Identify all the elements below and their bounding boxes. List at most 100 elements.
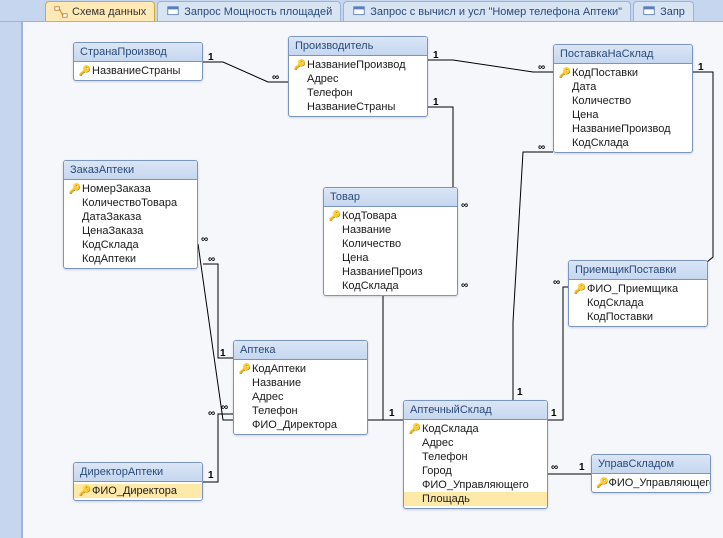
field-name: ДатаЗаказа [82, 211, 141, 223]
entity-title[interactable]: УправСкладом [592, 455, 710, 474]
field-row[interactable]: КоличествоТовара [64, 196, 197, 210]
field-row[interactable]: Адрес [289, 72, 427, 86]
entity-direktor[interactable]: ДиректорАптеки 🔑ФИО_Директора [73, 462, 203, 501]
entity-title[interactable]: Аптека [234, 341, 367, 360]
field-row[interactable]: КодСклада [64, 238, 197, 252]
field-name: КодПоставки [587, 311, 653, 323]
field-row[interactable]: Название [234, 376, 367, 390]
field-name: КодТовара [342, 210, 397, 222]
cardinality-many: ∞ [551, 462, 558, 473]
field-row[interactable]: 🔑НазваниеПроизвод [289, 58, 427, 72]
cardinality-one: 1 [517, 387, 523, 398]
cardinality-many: ∞ [201, 234, 208, 245]
entity-title[interactable]: ДиректорАптеки [74, 463, 202, 482]
left-gutter [0, 22, 22, 538]
entity-field-list: 🔑НазваниеПроизводАдресТелефонНазваниеСтр… [289, 56, 427, 116]
entity-zakaz[interactable]: ЗаказАптеки 🔑НомерЗаказаКоличествоТовараД… [63, 160, 198, 269]
cardinality-many: ∞ [538, 62, 545, 73]
field-row[interactable]: КодСклада [569, 296, 707, 310]
field-row[interactable]: Дата [554, 80, 692, 94]
field-row[interactable]: ДатаЗаказа [64, 210, 197, 224]
field-row[interactable]: 🔑КодАптеки [234, 362, 367, 376]
field-row[interactable]: Цена [324, 251, 457, 265]
entity-title[interactable]: ЗаказАптеки [64, 161, 197, 180]
field-row[interactable]: КодАптеки [64, 252, 197, 266]
field-name: Цена [572, 109, 598, 121]
cardinality-one: 1 [433, 97, 439, 108]
field-name: Площадь [422, 493, 470, 505]
field-row[interactable]: Количество [324, 237, 457, 251]
tab-query-3[interactable]: Запр [633, 1, 694, 21]
cardinality-one: 1 [208, 470, 214, 481]
entity-title[interactable]: ПоставкаНаСклад [554, 45, 692, 64]
field-row[interactable]: ФИО_Управляющего [404, 478, 547, 492]
field-row[interactable]: НазваниеПроизвод [554, 122, 692, 136]
entity-title[interactable]: Товар [324, 188, 457, 207]
field-row[interactable]: 🔑КодТовара [324, 209, 457, 223]
field-name: ФИО_Управляющего [422, 479, 529, 491]
cardinality-many: ∞ [221, 402, 228, 413]
field-row[interactable]: КодСклада [324, 279, 457, 293]
field-name: Город [422, 465, 452, 477]
field-name: Количество [572, 95, 631, 107]
field-row[interactable]: Цена [554, 108, 692, 122]
field-row[interactable]: Город [404, 464, 547, 478]
field-name: Адрес [422, 437, 454, 449]
tab-label: Запрос с вычисл и усл "Номер телефона Ап… [370, 6, 622, 18]
primary-key-icon: 🔑 [78, 65, 92, 77]
field-name: Адрес [252, 391, 284, 403]
entity-title[interactable]: АптечныйСклад [404, 401, 547, 420]
field-name: Телефон [307, 87, 353, 99]
field-name: Название [342, 224, 391, 236]
entity-title[interactable]: ПриемщикПоставки [569, 261, 707, 280]
field-row[interactable]: 🔑КодПоставки [554, 66, 692, 80]
entity-title[interactable]: Производитель [289, 37, 427, 56]
entity-priemshik[interactable]: ПриемщикПоставки 🔑ФИО_ПриемщикаКодСклада К… [568, 260, 708, 327]
field-row[interactable]: Площадь [404, 492, 547, 506]
cardinality-many: ∞ [272, 72, 279, 83]
field-row[interactable]: КодПоставки [569, 310, 707, 324]
field-name: НазваниеСтраны [92, 65, 180, 77]
field-name: ФИО_Директора [252, 419, 337, 431]
field-row[interactable]: 🔑ФИО_Приемщика [569, 282, 707, 296]
entity-strana[interactable]: СтранаПроизвод 🔑НазваниеСтраны [73, 42, 203, 81]
entity-title[interactable]: СтранаПроизвод [74, 43, 202, 62]
primary-key-icon: 🔑 [328, 210, 342, 222]
field-row[interactable]: 🔑НазваниеСтраны [74, 64, 202, 78]
cardinality-many: ∞ [208, 254, 215, 265]
field-row[interactable]: КодСклада [554, 136, 692, 150]
tab-schema[interactable]: Схема данных [45, 1, 155, 21]
field-row[interactable]: 🔑НомерЗаказа [64, 182, 197, 196]
field-row[interactable]: Телефон [289, 86, 427, 100]
field-name: КодСклада [342, 280, 399, 292]
relationships-canvas[interactable]: 1 ∞ 1 ∞ 1 ∞ 1 ∞ 1 ∞ 1 ∞ 1 ∞ ∞ ∞ ∞ 1 1 ∞ … [22, 22, 723, 538]
field-row[interactable]: Количество [554, 94, 692, 108]
field-name: КодСклада [422, 423, 479, 435]
entity-sklad[interactable]: АптечныйСклад 🔑КодСкладаАдресТелефонГород… [403, 400, 548, 509]
field-name: Телефон [252, 405, 298, 417]
entity-apteka[interactable]: Аптека 🔑КодАптекиНазваниеАдрес Телефон ФИО_… [233, 340, 368, 435]
entity-postavka[interactable]: ПоставкаНаСклад 🔑КодПоставкиДатаКоличеств… [553, 44, 693, 153]
field-name: КодСклада [587, 297, 644, 309]
field-row[interactable]: ЦенаЗаказа [64, 224, 197, 238]
field-row[interactable]: НазваниеПроиз [324, 265, 457, 279]
field-row[interactable]: 🔑ФИО_Директора [74, 484, 202, 498]
field-row[interactable]: ФИО_Директора [234, 418, 367, 432]
field-row[interactable]: Адрес [404, 436, 547, 450]
field-row[interactable]: Телефон [404, 450, 547, 464]
entity-tovar[interactable]: Товар🔑КодТовараНазваниеКоличествоЦенаНаз… [323, 187, 458, 296]
field-row[interactable]: НазваниеСтраны [289, 100, 427, 114]
tab-query-2[interactable]: Запрос с вычисл и усл "Номер телефона Ап… [343, 1, 631, 21]
field-row[interactable]: Телефон [234, 404, 367, 418]
entity-field-list: 🔑КодТовараНазваниеКоличествоЦенаНазвание… [324, 207, 457, 295]
entity-uprav[interactable]: УправСкладом 🔑ФИО_Управляющего [591, 454, 711, 493]
field-row[interactable]: 🔑КодСклада [404, 422, 547, 436]
field-row[interactable]: Адрес [234, 390, 367, 404]
tab-query-1[interactable]: Запрос Мощность площадей [157, 1, 341, 21]
cardinality-many: ∞ [461, 280, 468, 291]
field-row[interactable]: 🔑ФИО_Управляющего [592, 476, 710, 490]
field-row[interactable]: Название [324, 223, 457, 237]
entity-proizvoditel[interactable]: Производитель🔑НазваниеПроизводАдресТелеф… [288, 36, 428, 117]
cardinality-one: 1 [208, 52, 214, 63]
tab-bar: Схема данных Запрос Мощность площадей За… [0, 0, 723, 22]
